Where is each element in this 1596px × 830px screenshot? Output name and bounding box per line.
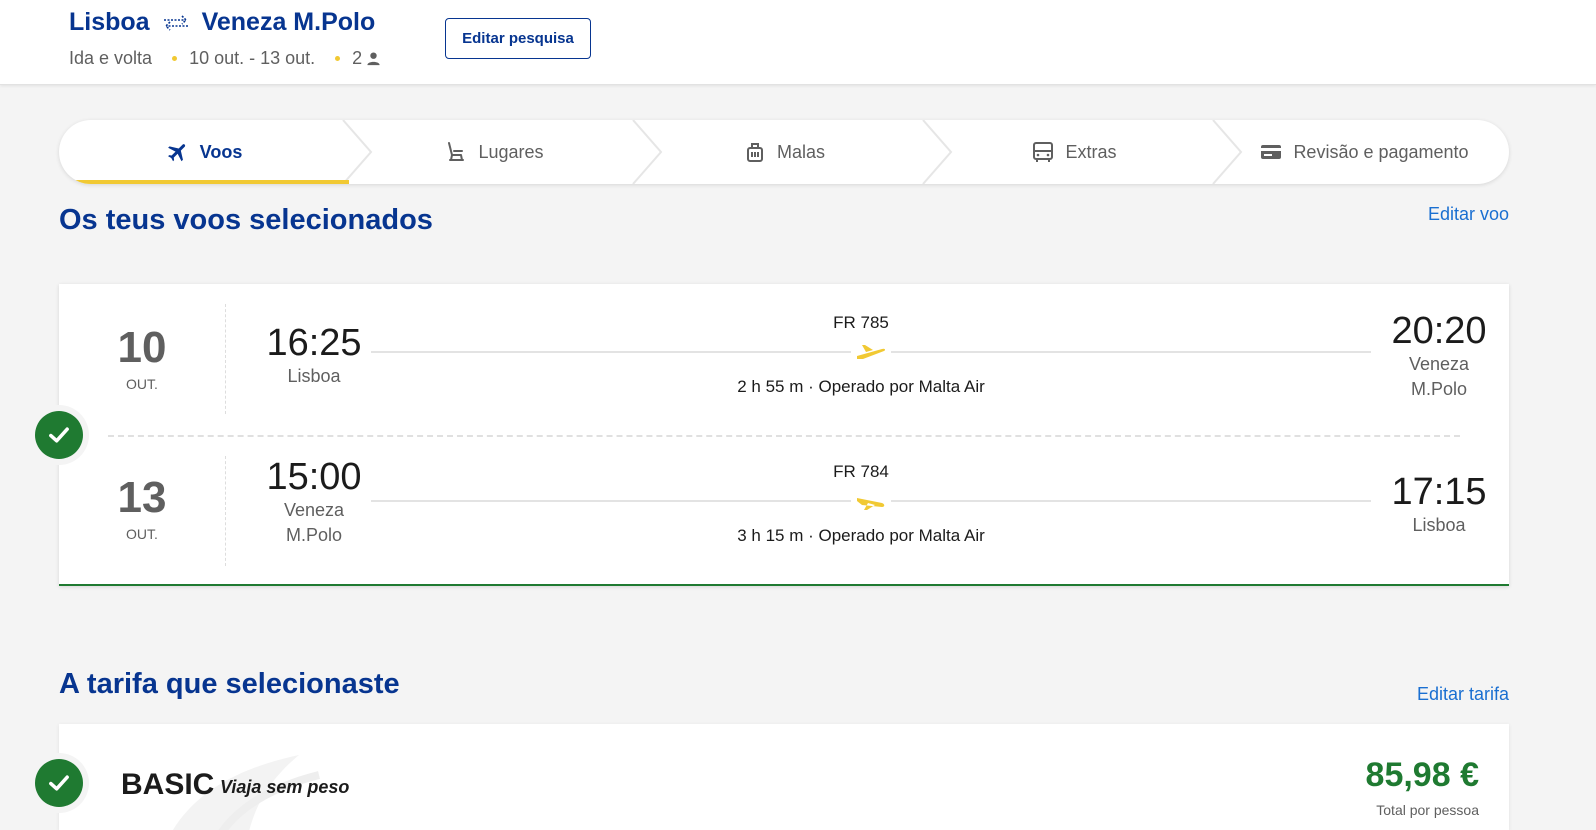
leg-date: 13 OUT.	[59, 473, 225, 543]
step-divider	[1212, 120, 1243, 184]
route-line	[891, 500, 1371, 502]
booking-stepper: Voos Lugares Malas Extras Revisão e paga…	[59, 120, 1509, 184]
step-label: Lugares	[478, 141, 544, 162]
plane-icon	[167, 144, 185, 162]
duration-operator: 3 h 15 m · Operado por Malta Air	[737, 526, 985, 545]
route-line	[891, 351, 1371, 353]
departure-time: 15:00	[266, 456, 362, 498]
flights-section-title: Os teus voos selecionados	[59, 204, 433, 236]
vertical-divider	[225, 456, 226, 566]
departure-city: Veneza M.Polo	[283, 500, 345, 545]
flight-number: FR 785	[833, 313, 889, 332]
check-icon	[35, 759, 83, 807]
step-extras[interactable]: Extras	[929, 120, 1219, 184]
check-icon	[35, 411, 83, 459]
route-line	[371, 351, 851, 353]
arrival-time: 17:15	[1391, 471, 1487, 513]
credit-card-icon	[1261, 145, 1282, 159]
return-leg: 13 OUT. 15:00 Veneza M.Polo FR 784 3 h 1…	[59, 436, 1509, 586]
fare-tagline: Viaja sem peso	[220, 777, 350, 797]
trip-type: Ida e volta	[69, 48, 153, 68]
passenger-count: 2	[352, 48, 363, 68]
step-label: Malas	[776, 141, 825, 162]
step-divider	[632, 120, 663, 184]
leg-day: 13	[117, 473, 167, 522]
trip-dates: 10 out. - 13 out.	[189, 48, 316, 68]
arrival-block: 20:20 Veneza M.Polo	[1384, 312, 1494, 402]
fare-section-title: A tarifa que selecionaste	[59, 668, 400, 700]
step-divider	[922, 120, 953, 184]
separator-dot	[172, 56, 178, 61]
round-trip-icon	[163, 14, 188, 31]
separator-dot	[335, 56, 341, 61]
step-seats[interactable]: Lugares	[349, 120, 639, 184]
departure-block: 16:25 Lisboa	[259, 324, 369, 389]
step-label: Revisão e pagamento	[1293, 141, 1469, 162]
trip-summary: Ida e volta 10 out. - 13 out. 2	[69, 48, 381, 69]
selected-fare-card: BASIC Viaja sem peso 85,98 € Total por p…	[59, 724, 1509, 830]
arrival-time: 20:20	[1391, 310, 1487, 352]
flight-number: FR 784	[833, 462, 889, 481]
active-step-indicator	[59, 180, 349, 184]
top-header: Lisboa Veneza M.Polo Ida e volta 10 out.…	[0, 0, 1596, 85]
vertical-divider	[225, 304, 226, 414]
arrival-block: 17:15 Lisboa	[1384, 473, 1494, 538]
fare-name: BASIC	[121, 768, 215, 801]
price-note: Total por pessoa	[1376, 802, 1479, 818]
fare-selected-check	[29, 753, 89, 813]
departure-city: Lisboa	[287, 366, 341, 386]
leg-month: OUT.	[126, 376, 158, 392]
arrival-city: Veneza M.Polo	[1408, 354, 1470, 399]
step-label: Voos	[199, 141, 243, 162]
route-title: Lisboa Veneza M.Polo	[69, 8, 375, 37]
step-flights[interactable]: Voos	[59, 120, 349, 184]
luggage-icon	[746, 143, 763, 162]
departure-block: 15:00 Veneza M.Polo	[259, 458, 369, 548]
leg-date: 10 OUT.	[59, 323, 225, 393]
edit-fare-link[interactable]: Editar tarifa	[1417, 684, 1509, 705]
step-label: Extras	[1065, 141, 1117, 162]
step-divider	[342, 120, 373, 184]
person-icon	[367, 52, 380, 66]
edit-search-button[interactable]: Editar pesquisa	[445, 18, 591, 59]
step-review-payment[interactable]: Revisão e pagamento	[1219, 120, 1509, 184]
destination-city: Veneza M.Polo	[201, 8, 376, 36]
leg-day: 10	[117, 323, 167, 372]
origin-city: Lisboa	[69, 8, 150, 36]
outbound-leg: 10 OUT. 16:25 Lisboa FR 785 2 h 55 m · O…	[59, 284, 1509, 434]
bus-icon	[1033, 142, 1054, 162]
edit-flight-link[interactable]: Editar voo	[1428, 204, 1509, 225]
selected-flights-card: 10 OUT. 16:25 Lisboa FR 785 2 h 55 m · O…	[59, 284, 1509, 586]
takeoff-plane-icon	[857, 345, 886, 359]
fare-price: 85,98 €	[1365, 756, 1479, 794]
step-bags[interactable]: Malas	[639, 120, 929, 184]
leg-month: OUT.	[126, 526, 158, 542]
landing-plane-icon	[857, 498, 885, 510]
duration-operator: 2 h 55 m · Operado por Malta Air	[737, 377, 985, 396]
arrival-city: Lisboa	[1412, 515, 1466, 535]
departure-time: 16:25	[266, 322, 362, 364]
route-line	[371, 500, 851, 502]
seat-icon	[448, 142, 465, 161]
flights-selected-check	[29, 405, 89, 465]
